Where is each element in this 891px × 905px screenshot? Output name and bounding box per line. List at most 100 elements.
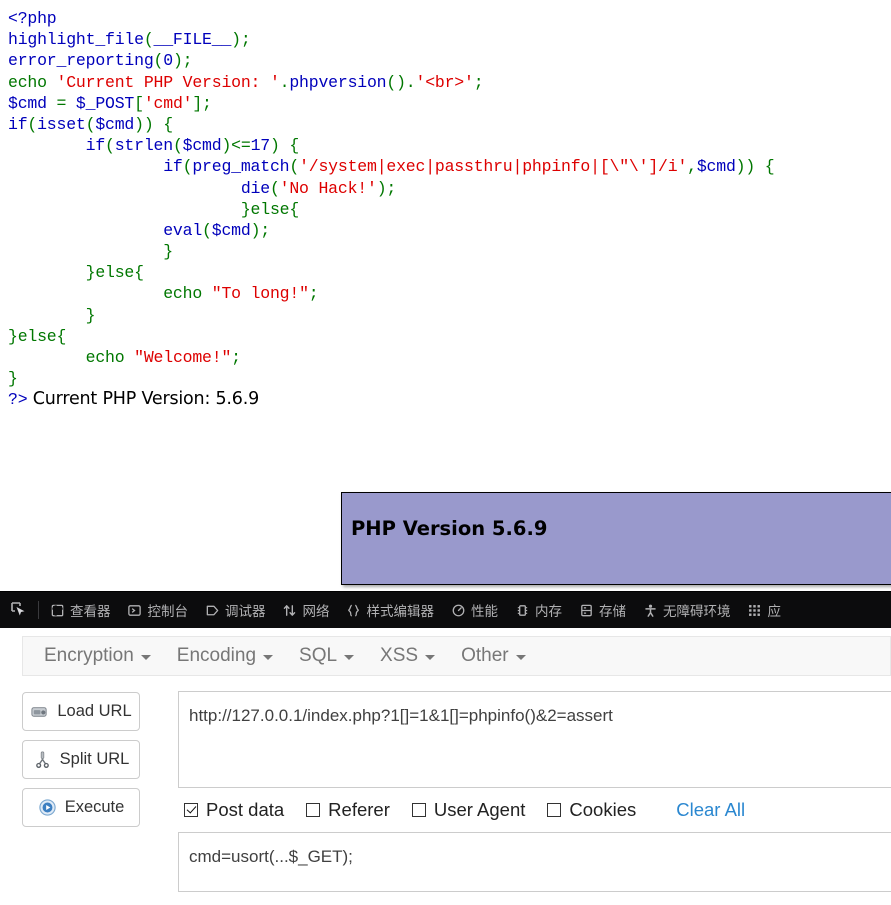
code-token: )) {: [134, 114, 173, 134]
checkbox-box-icon[interactable]: [184, 803, 198, 817]
hackbar-menu-encoding[interactable]: Encoding: [164, 645, 286, 667]
code-token: ,: [687, 157, 697, 177]
code-token: );: [376, 178, 397, 198]
devtools-tab-label: 应: [767, 604, 782, 620]
tab-inspector[interactable]: 查看器: [41, 592, 119, 628]
hackbar-menu-encryption[interactable]: Encryption: [31, 645, 164, 667]
devtools-tab-label: 调试器: [225, 604, 266, 620]
split-url-icon: [33, 750, 52, 769]
code-token: if: [8, 114, 28, 134]
tab-application[interactable]: 应: [739, 592, 790, 628]
code-token: 'No Hack!': [279, 178, 377, 198]
code-token: (: [182, 157, 193, 177]
code-token: ) {: [269, 136, 300, 156]
checkbox-box-icon[interactable]: [547, 803, 562, 817]
code-token: ;: [308, 284, 319, 304]
hackbar-menu-label: Encoding: [176, 645, 257, 666]
devtools-tab-label: 性能: [471, 604, 498, 620]
code-line: }else{: [8, 326, 888, 347]
code-line: eval($cmd);: [8, 220, 888, 241]
code-token: strlen: [114, 136, 173, 156]
code-token: "To long!": [211, 284, 309, 304]
code-line: echo 'Current PHP Version: '.phpversion(…: [8, 72, 888, 93]
hackbar-menu-label: Encryption: [44, 645, 134, 666]
code-token: phpversion: [289, 72, 387, 92]
code-token: }: [8, 242, 173, 262]
execute-button[interactable]: Execute: [22, 788, 140, 827]
code-line: }: [8, 305, 888, 326]
code-token: [: [134, 93, 144, 113]
storage-icon: [578, 602, 594, 618]
hackbar-menu-bar: Encryption Encoding SQL XSS Other: [22, 636, 891, 676]
tab-storage[interactable]: 存储: [570, 592, 634, 628]
code-line: die('No Hack!');: [8, 178, 888, 199]
chevron-down-icon: [515, 655, 526, 660]
code-token: $cmd: [95, 114, 135, 134]
hackbar-menu-other[interactable]: Other: [448, 645, 539, 667]
checkbox-box-icon[interactable]: [306, 803, 321, 817]
code-token: (: [27, 114, 38, 134]
code-token: $cmd: [8, 93, 57, 113]
checkbox-referer[interactable]: Referer: [306, 799, 390, 821]
code-token: ?>: [8, 390, 28, 410]
code-token: 17: [250, 136, 271, 156]
checkbox-label: Referer: [328, 799, 390, 820]
tab-debugger[interactable]: 调试器: [196, 592, 274, 628]
network-icon: [282, 602, 298, 618]
post-data-input[interactable]: [178, 832, 891, 892]
checkbox-box-icon[interactable]: [411, 803, 426, 817]
code-token: );: [231, 30, 251, 50]
console-icon: [127, 602, 143, 618]
tab-network[interactable]: 网络: [274, 592, 338, 628]
accessibility-icon: [642, 602, 658, 618]
hackbar-options-row: Post data Referer User Agent Cookies Clear A…: [178, 788, 891, 832]
hackbar-fields: Post data Referer User Agent Cookies Clear A…: [178, 686, 891, 905]
code-token: (: [172, 136, 183, 156]
browser-page-content: <?php highlight_file(__FILE__); error_repo…: [0, 0, 891, 591]
load-url-button[interactable]: Load URL: [22, 692, 140, 731]
checkbox-user-agent[interactable]: User Agent: [411, 799, 525, 821]
tab-memory[interactable]: 内存: [506, 592, 570, 628]
hackbar-action-buttons: Load URL Split URL Execute: [22, 692, 140, 836]
tab-console[interactable]: 控制台: [119, 592, 197, 628]
code-token: 'cmd': [143, 93, 193, 113]
devtools-tab-label: 内存: [535, 604, 562, 620]
chevron-down-icon: [263, 655, 274, 660]
application-icon: [747, 602, 763, 618]
tab-performance[interactable]: 性能: [442, 592, 506, 628]
hackbar-menu-label: XSS: [380, 645, 419, 666]
hackbar-menu-xss[interactable]: XSS: [367, 645, 448, 667]
chevron-down-icon: [425, 655, 436, 660]
code-token: )<=: [221, 136, 251, 156]
code-token: );: [172, 51, 193, 71]
checkbox-cookies[interactable]: Cookies: [547, 799, 636, 821]
clear-all-link[interactable]: Clear All: [676, 799, 745, 821]
code-token: }else{: [8, 199, 300, 219]
memory-icon: [514, 602, 530, 618]
code-token: )) {: [735, 157, 775, 177]
toolbar-divider: [38, 601, 39, 619]
code-token: );: [250, 220, 271, 240]
code-line: $cmd = $_POST['cmd'];: [8, 93, 888, 114]
phpinfo-version-banner: PHP Version 5.6.9: [341, 492, 891, 585]
url-input[interactable]: [178, 691, 891, 788]
code-token: }: [8, 369, 18, 389]
code-line: highlight_file(__FILE__);: [8, 29, 888, 50]
hackbar-menu-sql[interactable]: SQL: [286, 645, 367, 667]
code-token: highlight_file: [8, 30, 144, 50]
hackbar-button-label: Execute: [64, 798, 125, 816]
code-token: '/system|exec|passthru|phpinfo|[\"\']/i': [299, 157, 688, 177]
tab-accessibility[interactable]: 无障碍环境: [634, 592, 739, 628]
code-token: die: [240, 178, 270, 198]
split-url-button[interactable]: Split URL: [22, 740, 140, 779]
element-picker-icon[interactable]: [0, 592, 38, 628]
code-line: }: [8, 241, 888, 262]
code-token: =: [56, 93, 76, 113]
code-token: }else{: [8, 326, 67, 346]
code-line: }else{: [8, 262, 888, 283]
code-token: (: [153, 51, 164, 71]
checkbox-post-data[interactable]: Post data: [184, 799, 284, 821]
tab-style-editor[interactable]: 样式编辑器: [338, 592, 443, 628]
